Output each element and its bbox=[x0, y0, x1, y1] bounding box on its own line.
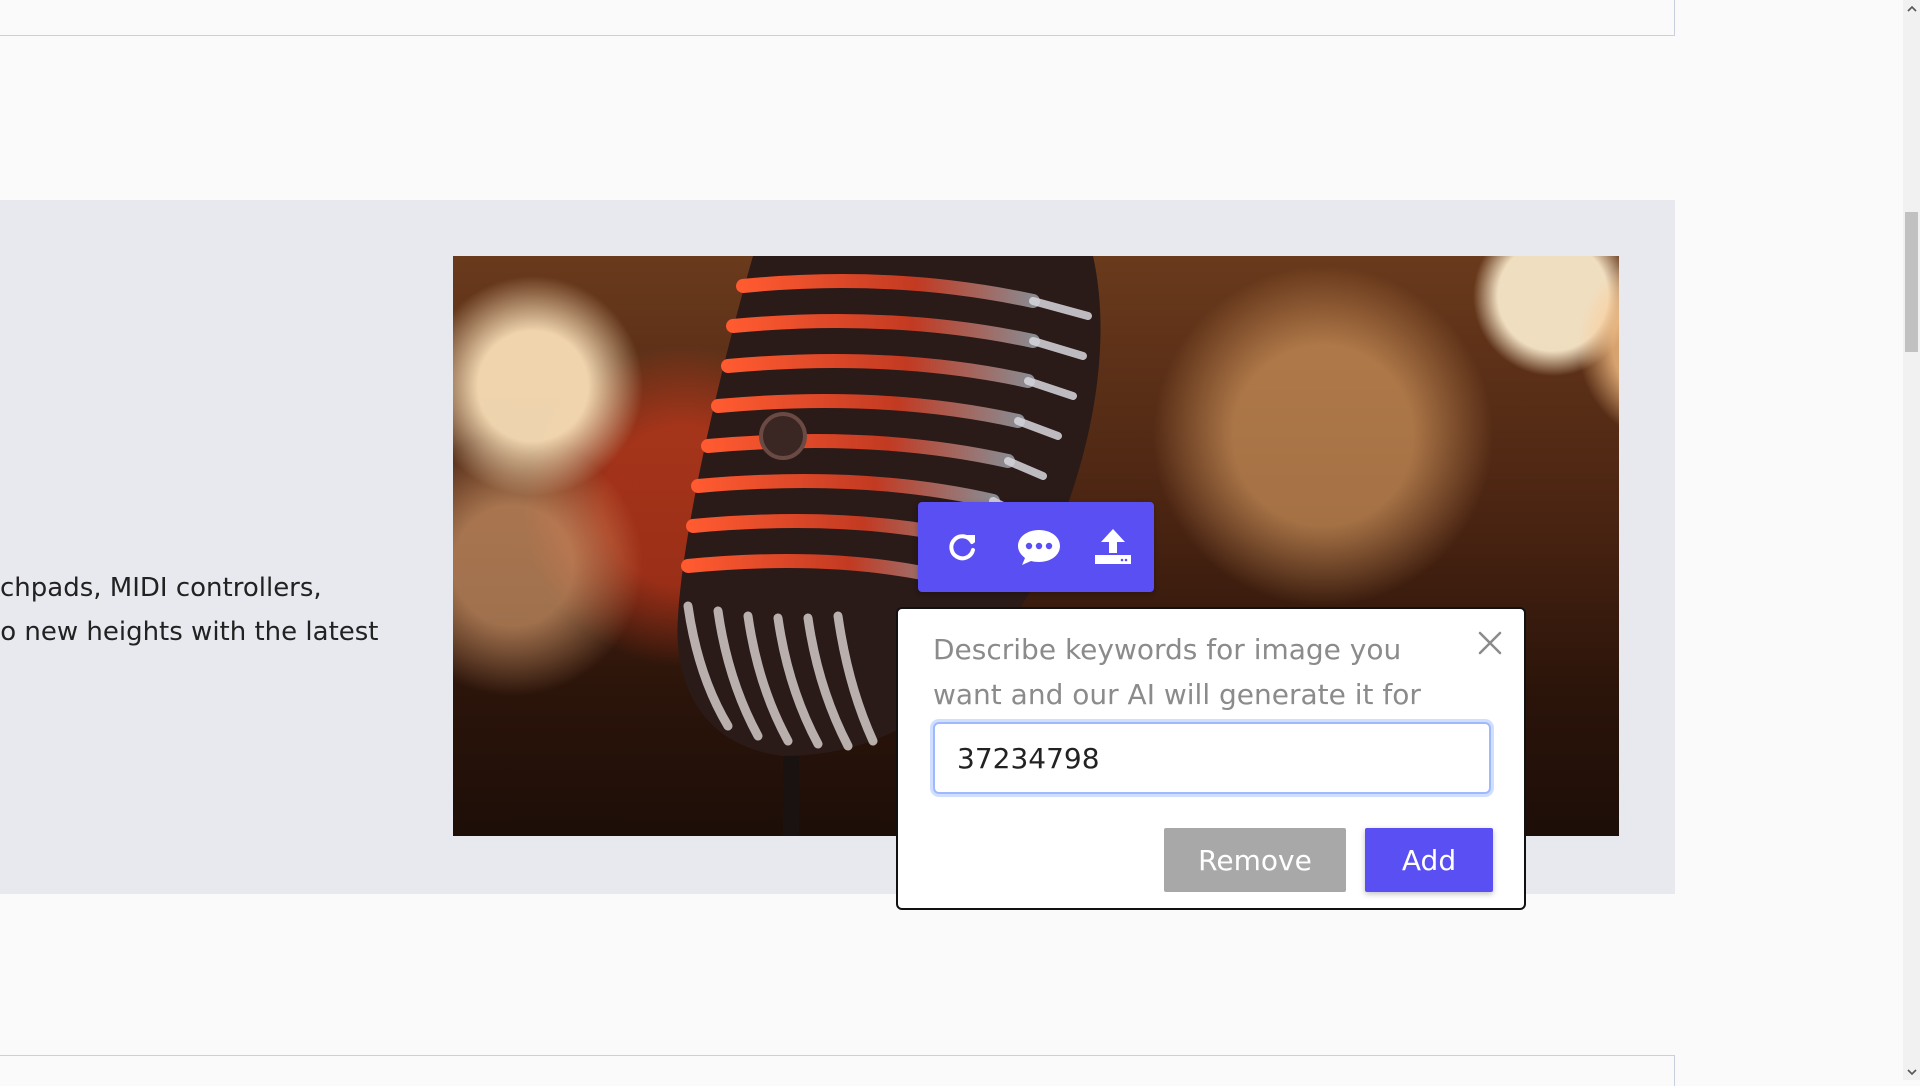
scroll-down-icon[interactable] bbox=[1903, 1063, 1920, 1080]
image-toolbar bbox=[918, 502, 1154, 592]
hero-description-line-2: to new heights with the latest bbox=[0, 617, 379, 647]
scroll-thumb[interactable] bbox=[1905, 212, 1918, 352]
bottom-section-panel bbox=[0, 1055, 1675, 1086]
keywords-input[interactable] bbox=[933, 722, 1491, 794]
remove-button[interactable]: Remove bbox=[1164, 828, 1346, 892]
page-scrollbar[interactable] bbox=[1903, 0, 1920, 1080]
refresh-icon[interactable] bbox=[940, 524, 986, 570]
hero-description: chpads, MIDI controllers, to new heights… bbox=[0, 566, 440, 654]
scroll-up-icon[interactable] bbox=[1903, 0, 1920, 17]
upload-icon[interactable] bbox=[1090, 524, 1136, 570]
add-button[interactable]: Add bbox=[1365, 828, 1493, 892]
chat-icon[interactable] bbox=[1016, 524, 1062, 570]
top-section-panel bbox=[0, 0, 1675, 36]
ai-generate-dialog: Describe keywords for image you want and… bbox=[896, 607, 1526, 910]
hero-description-line-1: chpads, MIDI controllers, bbox=[0, 573, 322, 603]
close-icon[interactable] bbox=[1476, 629, 1504, 657]
